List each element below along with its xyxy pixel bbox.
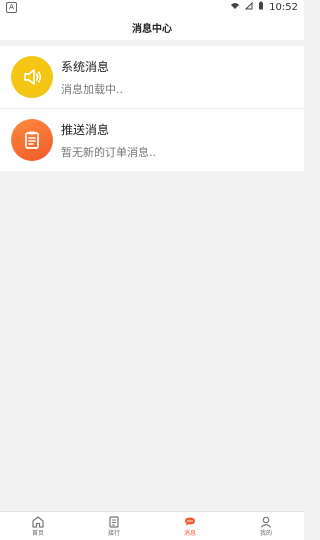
clipboard-icon — [11, 119, 53, 161]
message-title: 推送消息 — [61, 123, 110, 137]
message-list: 系统消息 消息加载中.. 推送消息 暂无新的订单消息.. — [0, 46, 304, 171]
nav-label: 我的 — [259, 530, 272, 537]
nav-item-list[interactable]: 接行 — [76, 512, 152, 540]
nav-label: 首页 — [31, 530, 44, 537]
message-item-text: 推送消息 暂无新的订单消息.. — [61, 122, 156, 160]
list-icon — [106, 515, 122, 529]
bottom-nav: 首页 接行 消息 我的 — [0, 511, 304, 540]
message-subtitle: 消息加载中.. — [61, 83, 123, 96]
nav-item-home[interactable]: 首页 — [0, 512, 76, 540]
message-title: 系统消息 — [61, 60, 110, 74]
nav-item-profile[interactable]: 我的 — [228, 512, 304, 540]
message-item-system[interactable]: 系统消息 消息加载中.. — [0, 46, 304, 109]
page-title: 消息中心 — [132, 23, 172, 35]
status-bar: A 10:52 — [0, 0, 304, 14]
nav-item-messages[interactable]: 消息 — [152, 512, 228, 540]
battery-icon — [258, 1, 264, 13]
user-icon — [258, 515, 274, 529]
message-icon — [182, 515, 198, 529]
wifi-icon — [230, 2, 240, 13]
home-icon — [30, 515, 46, 529]
status-right: 10:52 — [230, 1, 298, 13]
signal-icon — [244, 1, 253, 13]
speaker-icon — [11, 56, 53, 98]
status-badge: A — [6, 2, 17, 13]
nav-label: 接行 — [107, 530, 120, 537]
status-time: 10:52 — [269, 1, 298, 13]
nav-label: 消息 — [183, 530, 196, 537]
message-item-push[interactable]: 推送消息 暂无新的订单消息.. — [0, 109, 304, 171]
message-item-text: 系统消息 消息加载中.. — [61, 59, 123, 97]
message-subtitle: 暂无新的订单消息.. — [61, 146, 156, 159]
header: 消息中心 — [0, 14, 304, 40]
